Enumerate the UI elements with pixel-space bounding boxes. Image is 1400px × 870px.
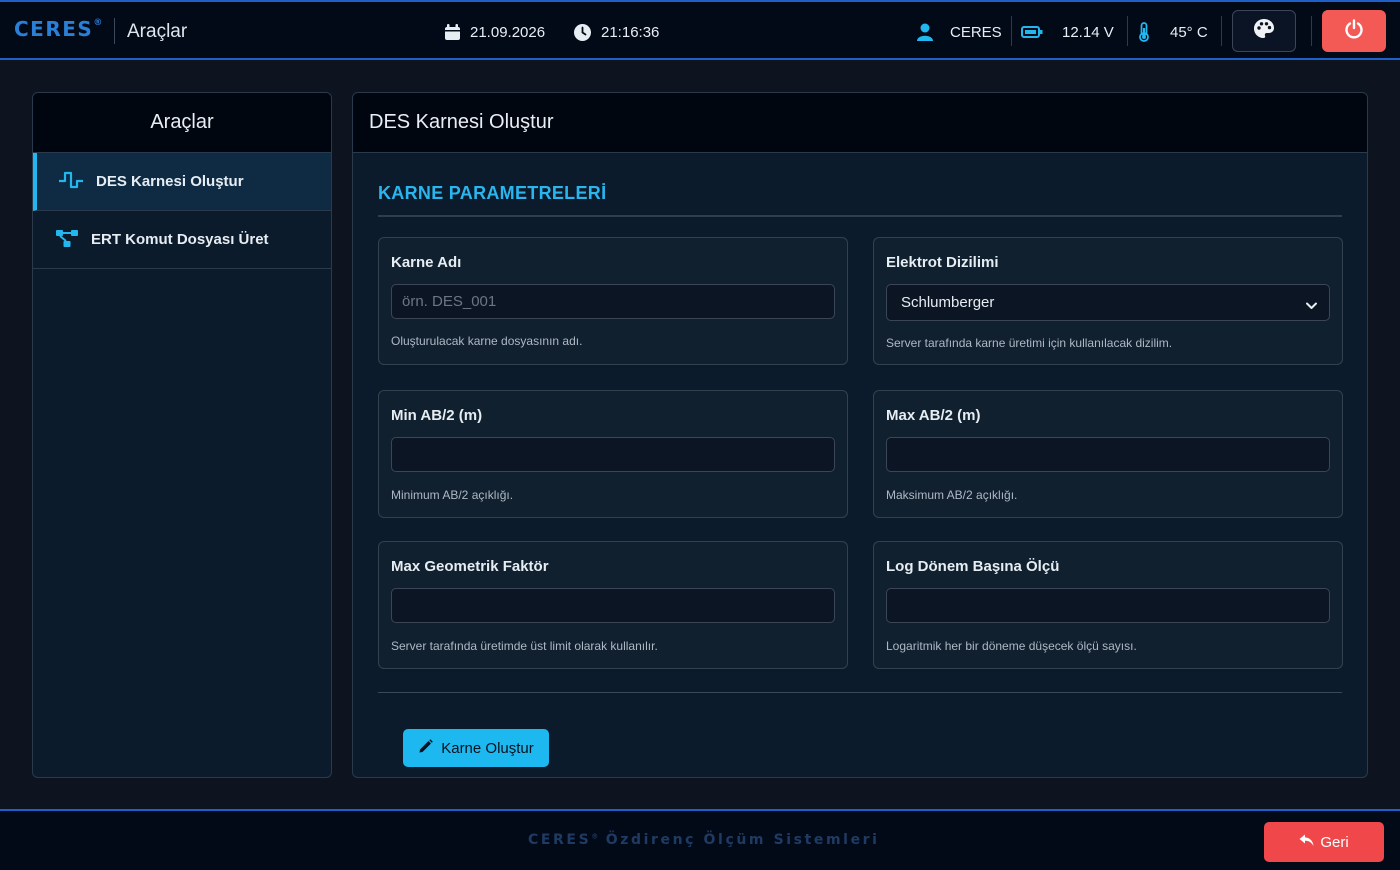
field-help: Minimum AB/2 açıklığı. xyxy=(391,488,514,502)
brand-divider xyxy=(114,18,115,44)
page-section-title: Araçlar xyxy=(127,21,188,42)
button-label: Karne Oluştur xyxy=(441,739,534,757)
time-text: 21:16:36 xyxy=(601,23,660,41)
chevron-down-icon xyxy=(1306,297,1317,314)
power-button[interactable] xyxy=(1322,10,1386,52)
field-label: Log Dönem Başına Ölçü xyxy=(886,558,1060,575)
field-card-log-donem: Log Dönem Başına Ölçü Logaritmik her bir… xyxy=(873,541,1343,669)
field-card-elektrot-dizilimi: Elektrot Dizilimi Schlumberger Server ta… xyxy=(873,237,1343,365)
waveform-icon xyxy=(58,170,84,194)
karne-adi-input[interactable] xyxy=(391,284,835,319)
footer-brand: CERES xyxy=(528,832,592,848)
sidebar-item-ert-komut[interactable]: ERT Komut Dosyası Üret xyxy=(33,211,331,269)
log-donem-input[interactable] xyxy=(886,588,1330,623)
sidebar-item-label: DES Karnesi Oluştur xyxy=(96,173,244,190)
palette-icon xyxy=(1254,18,1274,44)
sidebar-item-label: ERT Komut Dosyası Üret xyxy=(91,231,269,248)
section-heading: KARNE PARAMETRELERİ xyxy=(378,183,607,203)
field-label: Max Geometrik Faktör xyxy=(391,558,549,575)
reply-icon xyxy=(1299,834,1314,851)
field-help: Maksimum AB/2 açıklığı. xyxy=(886,488,1018,502)
header-divider xyxy=(1127,16,1128,46)
max-ab2-input[interactable] xyxy=(886,437,1330,472)
form-divider xyxy=(378,692,1342,693)
voltage-display: 12.14 V xyxy=(1021,22,1114,42)
header-divider xyxy=(1311,16,1312,46)
thermometer-icon xyxy=(1138,22,1150,42)
des-form-panel: DES Karnesi Oluştur KARNE PARAMETRELERİ … xyxy=(352,92,1368,778)
temperature-text: 45° C xyxy=(1170,23,1208,41)
field-label: Min AB/2 (m) xyxy=(391,407,483,424)
power-icon xyxy=(1344,18,1364,44)
date-display: 21.09.2026 xyxy=(445,22,545,42)
user-display: CERES xyxy=(917,22,1002,42)
battery-icon xyxy=(1021,26,1043,38)
calendar-icon xyxy=(445,24,460,40)
min-ab2-input[interactable] xyxy=(391,437,835,472)
user-name: CERES xyxy=(950,23,1002,41)
clock-icon xyxy=(574,23,591,41)
field-card-max-geo: Max Geometrik Faktör Server tarafında ür… xyxy=(378,541,848,669)
time-display: 21:16:36 xyxy=(574,22,659,42)
footer-brand-mark: ® xyxy=(591,832,599,841)
top-bar: CERES® Araçlar 21.09.2026 21:16:36 CERES… xyxy=(0,0,1400,60)
header-divider xyxy=(1011,16,1012,46)
brand-name: CERES xyxy=(14,17,94,41)
field-label: Max AB/2 (m) xyxy=(886,407,981,424)
button-label: Geri xyxy=(1320,833,1349,851)
field-card-min-ab2: Min AB/2 (m) Minimum AB/2 açıklığı. xyxy=(378,390,848,518)
field-help: Server tarafında üretimde üst limit olar… xyxy=(391,639,658,653)
section-divider xyxy=(378,215,1342,217)
header-divider xyxy=(1221,16,1222,46)
footer-tagline: CERES® Özdirenç Ölçüm Sistemleri xyxy=(528,832,880,848)
tools-sidebar: Araçlar DES Karnesi Oluştur ERT Komut Do… xyxy=(32,92,332,778)
elektrot-dizilimi-select[interactable]: Schlumberger xyxy=(886,284,1330,321)
field-label: Karne Adı xyxy=(391,254,462,271)
max-geometrik-faktor-input[interactable] xyxy=(391,588,835,623)
user-icon xyxy=(917,23,933,41)
footer-tagline-text: Özdirenç Ölçüm Sistemleri xyxy=(605,832,880,848)
field-card-karne-adi: Karne Adı Oluşturulacak karne dosyasının… xyxy=(378,237,848,365)
theme-button[interactable] xyxy=(1232,10,1296,52)
field-label: Elektrot Dizilimi xyxy=(886,254,999,271)
field-help: Logaritmik her bir döneme düşecek ölçü s… xyxy=(886,639,1137,653)
footer: CERES® Özdirenç Ölçüm Sistemleri Geri xyxy=(0,809,1400,870)
select-value: Schlumberger xyxy=(901,294,995,311)
brand-logo: CERES® xyxy=(14,17,102,41)
temperature-display: 45° C xyxy=(1138,22,1208,42)
panel-title: DES Karnesi Oluştur xyxy=(353,93,1367,153)
field-help: Oluşturulacak karne dosyasının adı. xyxy=(391,334,583,348)
field-card-max-ab2: Max AB/2 (m) Maksimum AB/2 açıklığı. xyxy=(873,390,1343,518)
date-text: 21.09.2026 xyxy=(470,23,546,41)
brand-mark: ® xyxy=(93,18,103,29)
sidebar-title: Araçlar xyxy=(33,93,331,153)
back-button[interactable]: Geri xyxy=(1264,822,1384,862)
nodes-icon xyxy=(55,228,79,252)
karne-olustur-button[interactable]: Karne Oluştur xyxy=(403,729,549,767)
pencil-icon xyxy=(418,738,434,758)
field-help: Server tarafında karne üretimi için kull… xyxy=(886,336,1173,350)
sidebar-item-des-karnesi[interactable]: DES Karnesi Oluştur xyxy=(33,153,331,211)
voltage-text: 12.14 V xyxy=(1062,23,1114,41)
